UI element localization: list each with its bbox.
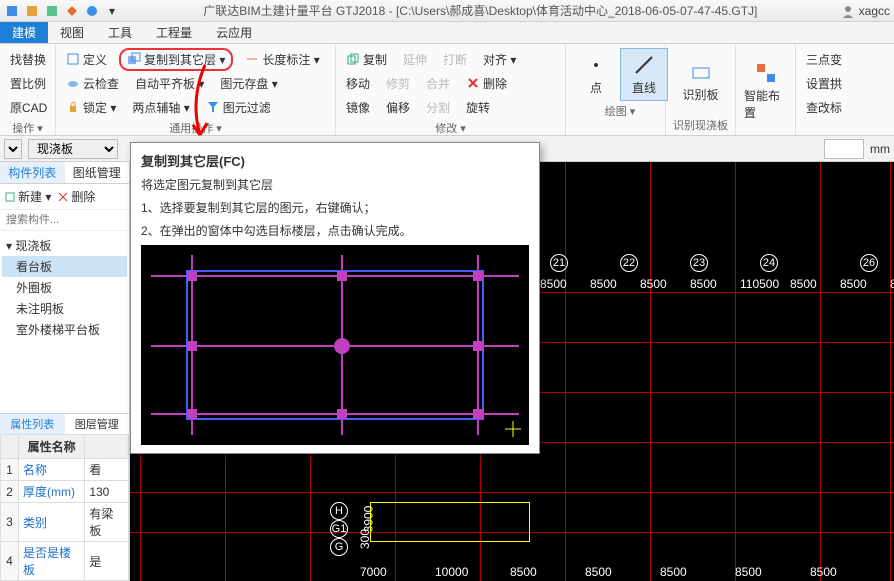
orig-cad-button[interactable]: 原CAD [6,97,51,118]
check-label-button[interactable]: 查改标 [802,97,846,118]
split-button[interactable]: 分割 [422,97,454,118]
quick-access-toolbar: ▾ [4,3,120,19]
cursor-icon [505,421,521,437]
menu-bar: 建模 视图 工具 工程量 云应用 [0,22,894,44]
tab-view[interactable]: 视图 [48,22,96,43]
line-button[interactable]: 直线 [620,48,668,101]
tab-tools[interactable]: 工具 [96,22,144,43]
table-row: 4是否是楼板是 [1,542,129,581]
group-label-recognize: 识别现浇板 [672,115,729,133]
left-panel: 构件列表 图纸管理 新建 ▾ 删除 ▾ 现浇板 看台板 外圈板 未注明板 室外楼… [0,162,130,581]
tooltip-step2: 2、在弹出的窗体中勾选目标楼层，点击确认完成。 [141,222,529,239]
trim-button[interactable]: 修剪 [382,73,414,94]
window-title: 广联达BIM土建计量平台 GTJ2018 - [C:\Users\郝成喜\Des… [120,2,841,19]
tab-drawing-mgmt[interactable]: 图纸管理 [65,162,130,183]
three-point-button[interactable]: 三点变 [802,49,846,70]
unit-label: mm [870,142,890,156]
tooltip-preview [141,245,529,445]
title-bar: ▾ 广联达BIM土建计量平台 GTJ2018 - [C:\Users\郝成喜\D… [0,0,894,22]
user-icon [841,4,855,18]
find-replace-button[interactable]: 找替换 [6,49,50,70]
tooltip-title: 复制到其它层(FC) [141,151,529,170]
prop-header-name: 属性名称 [19,435,85,459]
tree-root[interactable]: ▾ 现浇板 [2,235,127,256]
length-dim-button[interactable]: 长度标注 ▾ [241,49,323,70]
ribbon: 找替换 置比例 原CAD 操作 ▾ 定义 复制到其它层 ▾ 长度标注 ▾ 云检查… [0,44,894,136]
tab-component-list[interactable]: 构件列表 [0,162,65,183]
qat-dropdown-icon[interactable]: ▾ [104,3,120,19]
tree-item-3[interactable]: 室外楼梯平台板 [2,319,127,340]
qat-icon-4[interactable] [64,3,80,19]
merge-button[interactable]: 合并 [422,73,454,94]
user-area[interactable]: xagcc [841,4,890,18]
group-label-ops[interactable]: 操作 ▾ [6,118,49,136]
offset-button[interactable]: 偏移 [382,97,414,118]
two-point-aux-button[interactable]: 两点辅轴 ▾ [128,97,193,118]
auto-level-button[interactable]: 自动平齐板 ▾ [131,73,208,94]
mirror-button[interactable]: 镜像 [342,97,374,118]
coord-input[interactable] [824,139,864,159]
qat-icon-1[interactable] [4,3,20,19]
new-component-button[interactable]: 新建 ▾ [4,188,51,205]
point-button[interactable]: 点 [572,48,620,101]
table-row: 1名称看 [1,459,129,481]
tab-build[interactable]: 建模 [0,22,48,43]
rotate-button[interactable]: 旋转 [462,97,494,118]
user-name: xagcc [859,4,890,18]
define-button[interactable]: 定义 [62,49,111,70]
tab-quantity[interactable]: 工程量 [144,22,204,43]
qat-icon-2[interactable] [24,3,40,19]
component-tree: ▾ 现浇板 看台板 外圈板 未注明板 室外楼梯平台板 [0,231,129,344]
tab-cloud[interactable]: 云应用 [204,22,264,43]
copy-button[interactable]: 复制 [342,49,391,70]
align-button[interactable]: 对齐 ▾ [479,49,520,70]
lock-button[interactable]: 锁定 ▾ [62,97,120,118]
tab-layers[interactable]: 图层管理 [65,414,130,434]
component-type-select[interactable]: 现浇板 [28,139,118,159]
set-arch-button[interactable]: 设置拱 [802,73,846,94]
tab-props[interactable]: 属性列表 [0,414,65,434]
copy-to-other-layer-button[interactable]: 复制到其它层 ▾ [119,48,233,71]
tree-item-1[interactable]: 外圈板 [2,277,127,298]
property-table: 属性名称 1名称看 2厚度(mm)130 3类别有梁板 4是否是楼板是 [0,434,129,581]
smart-layout-button[interactable]: 智能布置 [742,57,789,125]
table-row: 2厚度(mm)130 [1,481,129,503]
delete-button[interactable]: 删除 [462,73,511,94]
elem-filter-button[interactable]: 图元过滤 [202,97,275,118]
delete-component-button[interactable]: 删除 [57,188,95,205]
floor-select[interactable] [4,139,22,159]
group-label-modify[interactable]: 修改 ▾ [342,118,559,136]
tooltip-step1: 1、选择要复制到其它层的图元，右键确认； [141,199,529,216]
qat-icon-3[interactable] [44,3,60,19]
recognize-slab-button[interactable]: 识别板 [677,56,725,107]
qat-icon-5[interactable] [84,3,100,19]
table-row: 3类别有梁板 [1,503,129,542]
move-button[interactable]: 移动 [342,73,374,94]
extend-button[interactable]: 延伸 [399,49,431,70]
tooltip-copy-to-layer: 复制到其它层(FC) 将选定图元复制到其它层 1、选择要复制到其它层的图元，右键… [130,142,540,454]
group-label-general[interactable]: 通用操作 ▾ [62,118,329,136]
cloud-check-button[interactable]: 云检查 [62,73,123,94]
set-scale-button[interactable]: 置比例 [6,73,50,94]
tooltip-desc: 将选定图元复制到其它层 [141,176,529,193]
property-panel: 属性列表 图层管理 属性名称 1名称看 2厚度(mm)130 3类别有梁板 4是… [0,413,129,581]
tree-item-2[interactable]: 未注明板 [2,298,127,319]
elem-save-button[interactable]: 图元存盘 ▾ [216,73,281,94]
break-button[interactable]: 打断 [439,49,471,70]
search-component-input[interactable] [4,212,125,228]
tree-item-0[interactable]: 看台板 [2,256,127,277]
group-label-draw[interactable]: 绘图 ▾ [572,101,668,119]
